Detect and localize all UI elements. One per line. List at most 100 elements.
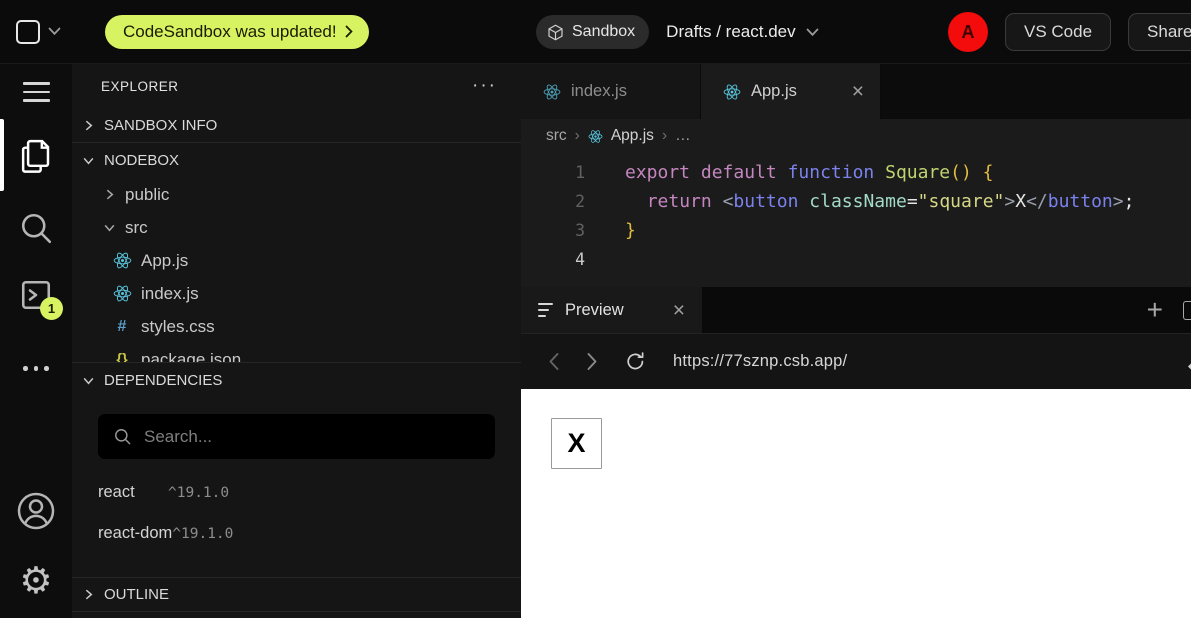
sandbox-badge[interactable]: Sandbox bbox=[536, 15, 649, 49]
tree-folder-public[interactable]: public bbox=[72, 178, 521, 211]
preview-tab-label: Preview bbox=[565, 301, 624, 320]
section-label: SANDBOX INFO bbox=[104, 117, 217, 134]
back-icon[interactable] bbox=[548, 352, 560, 371]
tab-appjs[interactable]: App.js × bbox=[701, 64, 881, 119]
section-label: NODEBOX bbox=[104, 152, 179, 169]
react-icon bbox=[112, 251, 132, 270]
more-actions-icon[interactable] bbox=[0, 366, 72, 371]
tree-file-appjs[interactable]: App.js bbox=[72, 244, 521, 277]
line-number: 4 bbox=[521, 245, 585, 274]
code-line[interactable]: 1export default function Square() { bbox=[521, 158, 1191, 187]
code-line-content: return <button className="square">X</but… bbox=[585, 187, 1134, 216]
body-row: 1 ⚙ EXPLORER ··· SANDBOX INFO NODEBOX bbox=[0, 64, 1191, 618]
breadcrumb-folder[interactable]: src bbox=[546, 127, 567, 145]
dependency-search bbox=[98, 414, 495, 459]
section-nodebox[interactable]: NODEBOX bbox=[72, 143, 521, 178]
project-breadcrumb-label: Drafts / react.dev bbox=[666, 22, 795, 42]
dependency-row-react-dom[interactable]: react-dom ^19.1.0 bbox=[72, 513, 521, 554]
chevron-right-icon bbox=[82, 119, 95, 132]
activity-bar: 1 ⚙ bbox=[0, 64, 72, 618]
topbar-left: CodeSandbox was updated! bbox=[16, 15, 369, 49]
tree-folder-src[interactable]: src bbox=[72, 211, 521, 244]
chevron-down-icon bbox=[806, 28, 819, 37]
split-layout-icon[interactable] bbox=[1183, 301, 1191, 320]
account-icon[interactable] bbox=[0, 491, 72, 531]
topbar-center: Sandbox Drafts / react.dev bbox=[536, 0, 819, 64]
explorer-icon[interactable] bbox=[0, 136, 72, 174]
menu-icon[interactable] bbox=[0, 82, 72, 102]
react-icon bbox=[588, 129, 603, 144]
forward-icon[interactable] bbox=[586, 352, 598, 371]
tree-label: src bbox=[125, 218, 148, 238]
terminal-icon[interactable]: 1 bbox=[0, 277, 72, 313]
preview-list-icon bbox=[538, 303, 553, 317]
tree-label: App.js bbox=[141, 251, 188, 271]
avatar[interactable]: A bbox=[948, 12, 988, 52]
chevron-down-icon bbox=[48, 27, 61, 36]
refresh-icon[interactable] bbox=[624, 350, 647, 373]
terminal-badge: 1 bbox=[40, 297, 63, 320]
tree-label: styles.css bbox=[141, 317, 215, 337]
dependency-version: ^19.1.0 bbox=[172, 526, 233, 542]
tab-label: App.js bbox=[751, 82, 797, 101]
avatar-letter: A bbox=[962, 22, 975, 43]
tree-file-stylescss[interactable]: # styles.css bbox=[72, 310, 521, 343]
section-sandbox-info[interactable]: SANDBOX INFO bbox=[72, 108, 521, 143]
settings-gear-icon[interactable]: ⚙ bbox=[0, 562, 72, 599]
line-number: 2 bbox=[521, 187, 585, 216]
line-number: 3 bbox=[521, 216, 585, 245]
window-icon bbox=[16, 20, 40, 44]
breadcrumb-more[interactable]: … bbox=[675, 127, 691, 145]
preview-address-bar: https://77sznp.csb.app/ bbox=[521, 333, 1191, 389]
file-tree: public src App.js index.js bbox=[72, 178, 521, 362]
search-icon[interactable] bbox=[0, 210, 72, 246]
editor-breadcrumb: src › App.js › … bbox=[521, 119, 1191, 153]
code-line[interactable]: 3} bbox=[521, 216, 1191, 245]
editor-tab-bar: index.js App.js × bbox=[521, 64, 1191, 119]
section-dependencies[interactable]: DEPENDENCIES bbox=[72, 362, 521, 397]
topbar-right: A VS Code Share bbox=[948, 0, 1191, 64]
chevron-down-icon bbox=[82, 154, 95, 167]
topbar: CodeSandbox was updated! Sandbox Drafts … bbox=[0, 0, 1191, 64]
code-line[interactable]: 2 return <button className="square">X</b… bbox=[521, 187, 1191, 216]
breadcrumb-separator-icon: › bbox=[662, 127, 667, 145]
dependency-name: react-dom bbox=[98, 524, 172, 543]
tree-file-indexjs[interactable]: index.js bbox=[72, 277, 521, 310]
tree-label: package.json bbox=[141, 350, 241, 363]
dependency-search-input[interactable] bbox=[144, 427, 480, 447]
square-button[interactable]: X bbox=[551, 418, 602, 469]
breadcrumb-file[interactable]: App.js bbox=[611, 127, 654, 145]
tree-label: index.js bbox=[141, 284, 199, 304]
update-banner-button[interactable]: CodeSandbox was updated! bbox=[105, 15, 369, 49]
workspace-menu[interactable] bbox=[16, 20, 61, 44]
code-line[interactable]: 4 bbox=[521, 245, 1191, 274]
explorer-header: EXPLORER ··· bbox=[72, 64, 521, 108]
chevron-right-icon bbox=[103, 188, 116, 201]
preview-tab-bar: Preview × + bbox=[521, 287, 1191, 333]
search-icon bbox=[113, 427, 132, 446]
code-editor[interactable]: 1export default function Square() {2 ret… bbox=[521, 153, 1191, 287]
preview-viewport: X bbox=[521, 389, 1191, 618]
tree-file-packagejson[interactable]: {} package.json bbox=[72, 343, 521, 362]
chevron-right-icon bbox=[345, 25, 353, 38]
sandbox-badge-label: Sandbox bbox=[572, 23, 635, 41]
project-breadcrumb[interactable]: Drafts / react.dev bbox=[666, 22, 818, 42]
code-line-content: export default function Square() { bbox=[585, 158, 994, 187]
add-panel-icon[interactable]: + bbox=[1147, 296, 1163, 324]
react-icon bbox=[112, 284, 132, 303]
breadcrumb-separator-icon: › bbox=[575, 127, 580, 145]
tree-label: public bbox=[125, 185, 169, 205]
react-icon bbox=[543, 83, 561, 101]
close-preview-icon[interactable]: × bbox=[673, 300, 685, 321]
share-button[interactable]: Share bbox=[1128, 13, 1191, 51]
preview-tab[interactable]: Preview × bbox=[521, 287, 702, 333]
section-outline[interactable]: OUTLINE bbox=[72, 577, 521, 612]
code-line-content bbox=[585, 245, 625, 274]
dependency-row-react[interactable]: react ^19.1.0 bbox=[72, 472, 521, 513]
tab-indexjs[interactable]: index.js bbox=[521, 64, 701, 119]
vscode-button[interactable]: VS Code bbox=[1005, 13, 1111, 51]
url-field[interactable]: https://77sznp.csb.app/ bbox=[673, 352, 847, 371]
chevron-right-icon bbox=[82, 588, 95, 601]
code-line-content: } bbox=[585, 216, 636, 245]
close-tab-icon[interactable]: × bbox=[852, 81, 864, 102]
